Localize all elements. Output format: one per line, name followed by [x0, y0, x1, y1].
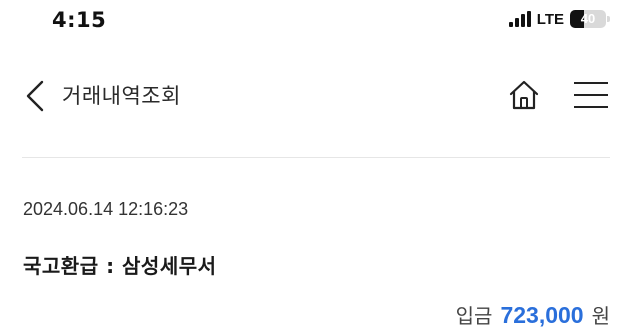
status-indicators: LTE 40	[508, 10, 610, 28]
transaction-currency: 원	[591, 304, 610, 328]
page-title: 거래내역조회	[62, 84, 181, 108]
status-bar: 4:15 LTE 40	[0, 0, 632, 48]
transaction-amount: 723,000	[500, 302, 584, 328]
hamburger-menu-icon	[574, 82, 608, 108]
home-button[interactable]	[507, 78, 541, 112]
header-divider	[22, 157, 610, 158]
chevron-left-icon	[26, 80, 44, 112]
menu-button[interactable]	[573, 80, 609, 110]
battery-level: 40	[580, 11, 596, 26]
transaction-title: 국고환급 : 삼성세무서	[23, 254, 217, 278]
status-time: 4:15	[52, 8, 107, 32]
back-button[interactable]	[22, 78, 50, 114]
transaction-amount-row: 입금 723,000 원	[456, 300, 610, 329]
battery-icon: 40	[570, 10, 610, 28]
app-header: 거래내역조회	[0, 60, 632, 130]
home-icon	[509, 80, 539, 110]
transaction-datetime: 2024.06.14 12:16:23	[23, 199, 189, 219]
network-label: LTE	[536, 10, 564, 28]
transaction-type: 입금	[455, 304, 493, 328]
signal-icon	[508, 11, 531, 27]
